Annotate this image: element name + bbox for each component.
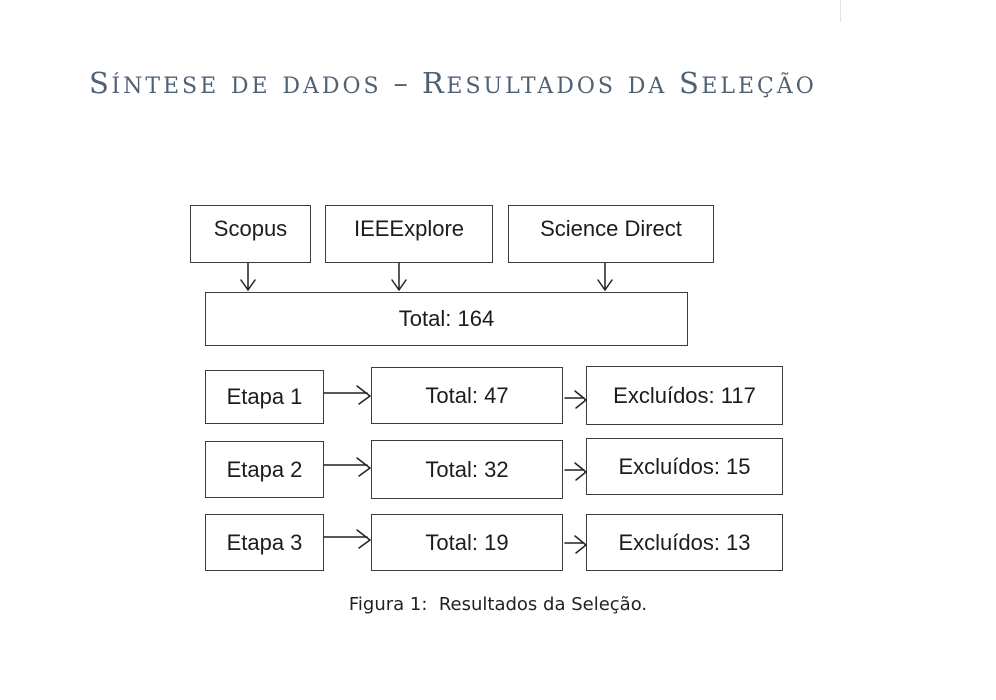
right-arrow <box>564 535 588 554</box>
right-arrow <box>323 529 372 549</box>
right-arrow <box>564 462 588 481</box>
right-arrow <box>564 390 588 409</box>
down-arrow <box>391 262 407 292</box>
figure-caption: Figura 1: Resultados da Seleção. <box>348 594 648 615</box>
down-arrow <box>597 262 613 292</box>
right-arrow <box>323 457 372 477</box>
right-arrow <box>323 385 372 405</box>
down-arrow <box>240 262 256 292</box>
